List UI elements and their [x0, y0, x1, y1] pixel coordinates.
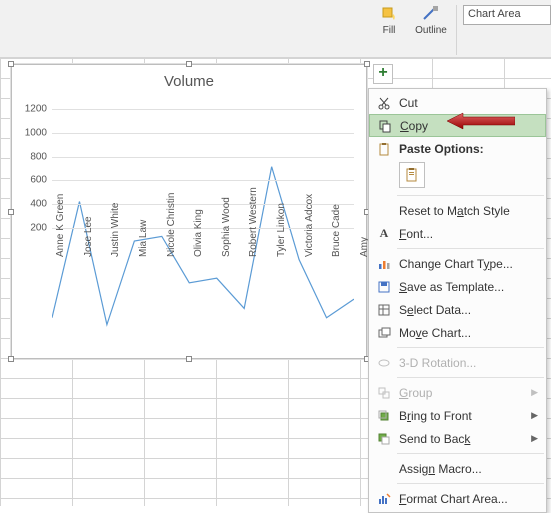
- menu-move-chart[interactable]: Move Chart...: [369, 321, 546, 344]
- x-tick-label: Mia Law: [138, 220, 149, 257]
- resize-handle-w[interactable]: [8, 209, 14, 215]
- menu-reset-style[interactable]: Reset to Match Style: [369, 199, 546, 222]
- clipboard-icon: [404, 167, 420, 183]
- menu-copy-label: Copy: [400, 119, 537, 133]
- menu-change-type-label: Change Chart Type...: [399, 257, 538, 271]
- x-tick-label: Victoria Adcox: [304, 194, 315, 257]
- outline-label: Outline: [415, 25, 447, 36]
- x-tick-label: Sophia Wood: [221, 197, 232, 257]
- ribbon-separator: [456, 5, 457, 55]
- save-template-icon: [377, 280, 391, 294]
- ribbon-toolbar: Fill Outline Chart Area: [0, 0, 551, 58]
- resize-handle-ne[interactable]: [364, 61, 370, 67]
- menu-font[interactable]: A Font...: [369, 222, 546, 245]
- menu-paste-label: Paste Options:: [399, 142, 538, 156]
- resize-handle-sw[interactable]: [8, 356, 14, 362]
- menu-group-label: Group: [399, 386, 531, 400]
- move-chart-icon: [377, 326, 391, 340]
- x-axis-labels: Anne K GreenJose LeeJustin WhiteMia LawN…: [52, 257, 354, 357]
- fill-button[interactable]: Fill: [370, 3, 408, 36]
- fill-label: Fill: [383, 25, 396, 36]
- fill-icon: [380, 5, 398, 23]
- menu-separator: [397, 483, 544, 484]
- chart-element-selector[interactable]: Chart Area: [463, 5, 551, 25]
- resize-handle-nw[interactable]: [8, 61, 14, 67]
- menu-select-data-label: Select Data...: [399, 303, 538, 317]
- y-tick-label: 600: [30, 175, 47, 186]
- paste-option-default[interactable]: [399, 162, 425, 188]
- chart-container[interactable]: Volume 200 400 600 800 1000 1200 Anne K Green…: [11, 64, 367, 359]
- resize-handle-n[interactable]: [186, 61, 192, 67]
- outline-button[interactable]: Outline: [412, 3, 450, 36]
- submenu-arrow-icon: ▶: [531, 410, 538, 421]
- bring-front-icon: [377, 409, 391, 423]
- menu-assign-macro-label: Assign Macro...: [399, 462, 538, 476]
- x-tick-label: Jose Lee: [83, 216, 94, 257]
- menu-group: Group ▶: [369, 381, 546, 404]
- menu-copy[interactable]: Copy: [369, 114, 546, 137]
- cut-icon: [377, 96, 391, 110]
- menu-change-chart-type[interactable]: Change Chart Type...: [369, 252, 546, 275]
- menu-bring-front-label: Bring to Front: [399, 409, 531, 423]
- y-tick-label: 400: [30, 199, 47, 210]
- x-tick-label: Tyler Linkon: [276, 203, 287, 257]
- x-tick-label: Justin White: [110, 203, 121, 257]
- chart-title[interactable]: Volume: [12, 65, 366, 94]
- y-tick-label: 1200: [25, 103, 47, 114]
- copy-icon: [378, 119, 392, 133]
- gridline: [52, 180, 354, 181]
- x-tick-label: Robert Western: [248, 187, 259, 257]
- x-tick-label: Bruce Cade: [331, 204, 342, 257]
- x-tick-label: Nicole Christin: [166, 193, 177, 257]
- menu-font-label: Font...: [399, 227, 538, 241]
- chart-type-icon: [377, 257, 391, 271]
- context-menu: Cut Copy Paste Options: Reset to Match S…: [368, 88, 547, 513]
- menu-reset-label: Reset to Match Style: [399, 204, 538, 218]
- menu-cut-label: Cut: [399, 96, 538, 110]
- menu-separator: [397, 347, 544, 348]
- menu-separator: [397, 195, 544, 196]
- paste-options-row: [369, 160, 546, 192]
- submenu-arrow-icon: ▶: [531, 387, 538, 398]
- menu-3d-rotation-label: 3-D Rotation...: [399, 356, 538, 370]
- menu-paste-options-header: Paste Options:: [369, 137, 546, 160]
- send-back-icon: [377, 432, 391, 446]
- y-tick-label: 1000: [25, 127, 47, 138]
- menu-format-area-label: Format Chart Area...: [399, 492, 538, 506]
- menu-separator: [397, 248, 544, 249]
- gridline: [52, 133, 354, 134]
- menu-separator: [397, 377, 544, 378]
- y-tick-label: 200: [30, 223, 47, 234]
- menu-assign-macro[interactable]: Assign Macro...: [369, 457, 546, 480]
- gridline: [52, 109, 354, 110]
- menu-separator: [397, 453, 544, 454]
- gridline: [52, 157, 354, 158]
- format-area-icon: [377, 492, 391, 506]
- menu-format-chart-area[interactable]: Format Chart Area...: [369, 487, 546, 510]
- menu-send-back[interactable]: Send to Back ▶: [369, 427, 546, 450]
- menu-send-back-label: Send to Back: [399, 432, 531, 446]
- menu-select-data[interactable]: Select Data...: [369, 298, 546, 321]
- font-icon: A: [380, 226, 389, 241]
- chart-elements-button[interactable]: +: [373, 64, 393, 84]
- group-icon: [377, 386, 391, 400]
- menu-bring-front[interactable]: Bring to Front ▶: [369, 404, 546, 427]
- menu-move-chart-label: Move Chart...: [399, 326, 538, 340]
- x-tick-label: Anne K Green: [55, 194, 66, 257]
- select-data-icon: [377, 303, 391, 317]
- y-tick-label: 800: [30, 151, 47, 162]
- menu-3d-rotation: 3-D Rotation...: [369, 351, 546, 374]
- menu-save-template[interactable]: Save as Template...: [369, 275, 546, 298]
- menu-save-template-label: Save as Template...: [399, 280, 538, 294]
- rotation-3d-icon: [377, 356, 391, 370]
- paste-icon: [377, 142, 391, 156]
- submenu-arrow-icon: ▶: [531, 433, 538, 444]
- menu-cut[interactable]: Cut: [369, 91, 546, 114]
- x-tick-label: Olivia King: [193, 209, 204, 257]
- outline-icon: [422, 5, 440, 23]
